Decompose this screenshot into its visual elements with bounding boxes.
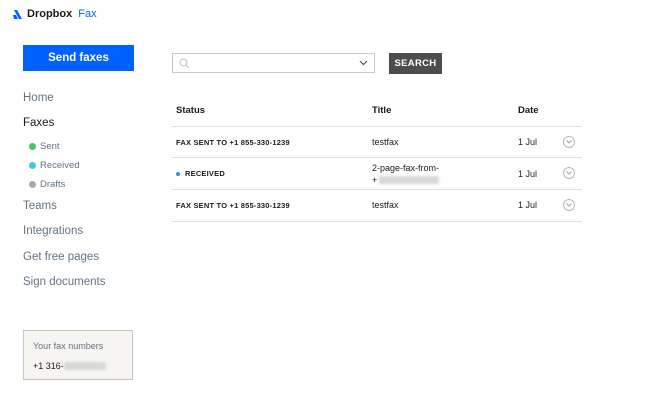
column-header-date[interactable]: Date: [518, 105, 539, 116]
row-date: 1 Jul: [518, 169, 538, 179]
search-icon: [179, 57, 190, 68]
fax-number-prefix: +1 316-: [33, 361, 64, 371]
dropbox-logo-icon: [13, 9, 22, 19]
expand-row-icon[interactable]: [563, 199, 575, 211]
table-divider: [172, 126, 582, 127]
row-title-line1: 2-page-fax-from-: [372, 163, 440, 173]
redacted-number: [379, 176, 440, 184]
received-dot-icon: [176, 172, 180, 177]
search-button[interactable]: SEARCH: [389, 53, 442, 74]
sidebar-subitem-label: Drafts: [40, 179, 66, 190]
sidebar-item-teams[interactable]: Teams: [23, 200, 57, 212]
row-title: testfax: [372, 200, 399, 210]
search-box[interactable]: [172, 53, 375, 73]
sidebar-subitem-sent[interactable]: Sent: [29, 141, 60, 152]
sidebar-item-faxes[interactable]: Faxes: [23, 117, 54, 129]
redacted-number: [63, 362, 106, 370]
expand-row-icon[interactable]: [563, 167, 575, 179]
table-divider: [172, 189, 582, 190]
column-header-title[interactable]: Title: [372, 105, 391, 116]
product-name: Fax: [78, 8, 97, 20]
row-date: 1 Jul: [518, 200, 538, 210]
drafts-status-dot: [29, 181, 36, 188]
fax-numbers-panel: Your fax numbers +1 316-: [23, 330, 133, 380]
fax-numbers-label: Your fax numbers: [33, 341, 104, 351]
row-status-label: RECEIVED: [185, 169, 225, 178]
column-header-status[interactable]: Status: [176, 105, 205, 116]
brand-name: Dropbox: [27, 8, 73, 20]
sidebar-item-get-free-pages[interactable]: Get free pages: [23, 251, 99, 263]
sidebar-subitem-received[interactable]: Received: [29, 160, 80, 171]
send-faxes-button[interactable]: Send faxes: [23, 45, 134, 71]
table-divider: [172, 157, 582, 158]
dropbox-fax-logo[interactable]: Dropbox Fax: [13, 8, 97, 20]
row-title-line2: +: [372, 175, 440, 185]
fax-number: +1 316-: [33, 361, 123, 371]
row-title-prefix: +: [372, 175, 378, 185]
row-status: FAX SENT TO +1 855-330-1239: [176, 138, 290, 147]
sidebar-subitem-drafts[interactable]: Drafts: [29, 179, 65, 190]
sidebar-item-integrations[interactable]: Integrations: [23, 225, 83, 237]
row-title: 2-page-fax-from- +: [372, 163, 440, 185]
row-status: RECEIVED: [176, 169, 225, 178]
sidebar-item-sign-documents[interactable]: Sign documents: [23, 276, 105, 288]
sidebar-subitem-label: Received: [40, 160, 80, 171]
row-status: FAX SENT TO +1 855-330-1239: [176, 201, 290, 210]
sidebar-item-home[interactable]: Home: [23, 92, 54, 104]
expand-row-icon[interactable]: [563, 136, 575, 148]
row-date: 1 Jul: [518, 137, 538, 147]
received-status-dot: [29, 162, 36, 169]
sent-status-dot: [29, 143, 36, 150]
table-divider: [172, 221, 582, 222]
search-input[interactable]: [194, 56, 359, 70]
chevron-down-icon[interactable]: [359, 60, 368, 66]
row-title: testfax: [372, 137, 399, 147]
sidebar-subitem-label: Sent: [40, 141, 60, 152]
